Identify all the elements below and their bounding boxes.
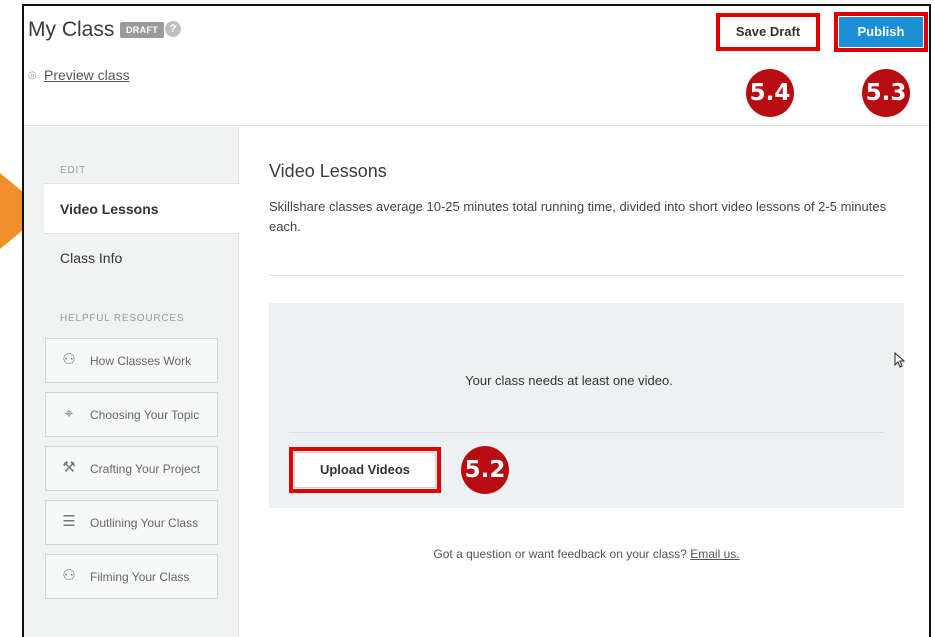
video-upload-panel: Your class needs at least one video. Upl… <box>269 303 904 508</box>
resource-label: Choosing Your Topic <box>90 408 200 422</box>
camera-people-icon: ⚇ <box>62 567 76 584</box>
status-badge: DRAFT <box>120 22 164 38</box>
resource-label: Outlining Your Class <box>90 516 199 530</box>
page-title: My Class <box>28 18 115 41</box>
empty-state-message: Your class needs at least one video. <box>465 373 673 388</box>
eye-icon: ◎ <box>28 70 37 81</box>
resource-how-classes-work[interactable]: ⚇ How Classes Work <box>45 338 218 383</box>
step-marker-publish: 5.3 <box>862 69 910 117</box>
helpful-resources-heading: HELPFUL RESOURCES <box>60 313 185 324</box>
section-title: Video Lessons <box>269 161 387 181</box>
resource-choosing-your-topic[interactable]: ⌖ Choosing Your Topic <box>45 392 218 437</box>
sidebar-item-class-info[interactable]: Class Info <box>44 233 240 284</box>
sidebar-item-video-lessons[interactable]: Video Lessons <box>44 183 240 234</box>
step-marker-upload: 5.2 <box>461 446 509 494</box>
sidebar: EDIT Video Lessons Class Info HELPFUL RE… <box>24 127 240 637</box>
resource-label: Crafting Your Project <box>90 462 201 476</box>
resource-label: How Classes Work <box>90 354 192 368</box>
edit-heading: EDIT <box>60 165 86 176</box>
mouse-cursor-icon <box>894 352 906 368</box>
publish-button[interactable]: Publish <box>839 17 923 47</box>
panel-divider <box>289 432 884 433</box>
resource-filming-your-class[interactable]: ⚇ Filming Your Class <box>45 554 218 599</box>
camera-people-icon: ⚇ <box>62 351 76 368</box>
tools-icon: ⚒ <box>62 459 76 476</box>
main-content: Video Lessons Skillshare classes average… <box>240 127 929 637</box>
feedback-question: Got a question or want feedback on your … <box>433 547 687 561</box>
section-description: Skillshare classes average 10-25 minutes… <box>269 199 887 234</box>
email-us-link[interactable]: Email us. <box>690 547 739 561</box>
location-pin-icon: ⌖ <box>64 405 74 422</box>
step-marker-save-draft: 5.4 <box>746 69 794 117</box>
resource-label: Filming Your Class <box>90 570 190 584</box>
list-icon: ☰ <box>62 513 76 530</box>
class-header: My Class DRAFT ? ◎ Preview class Save Dr… <box>24 6 929 126</box>
app-window: My Class DRAFT ? ◎ Preview class Save Dr… <box>22 4 931 637</box>
upload-videos-button[interactable]: Upload Videos <box>294 452 436 488</box>
save-draft-button[interactable]: Save Draft <box>721 18 815 46</box>
feedback-text: Got a question or want feedback on your … <box>269 547 904 561</box>
resource-outlining-your-class[interactable]: ☰ Outlining Your Class <box>45 500 218 545</box>
divider <box>269 275 904 276</box>
resource-crafting-your-project[interactable]: ⚒ Crafting Your Project <box>45 446 218 491</box>
preview-class-link[interactable]: Preview class <box>44 67 130 83</box>
help-icon[interactable]: ? <box>165 21 181 37</box>
